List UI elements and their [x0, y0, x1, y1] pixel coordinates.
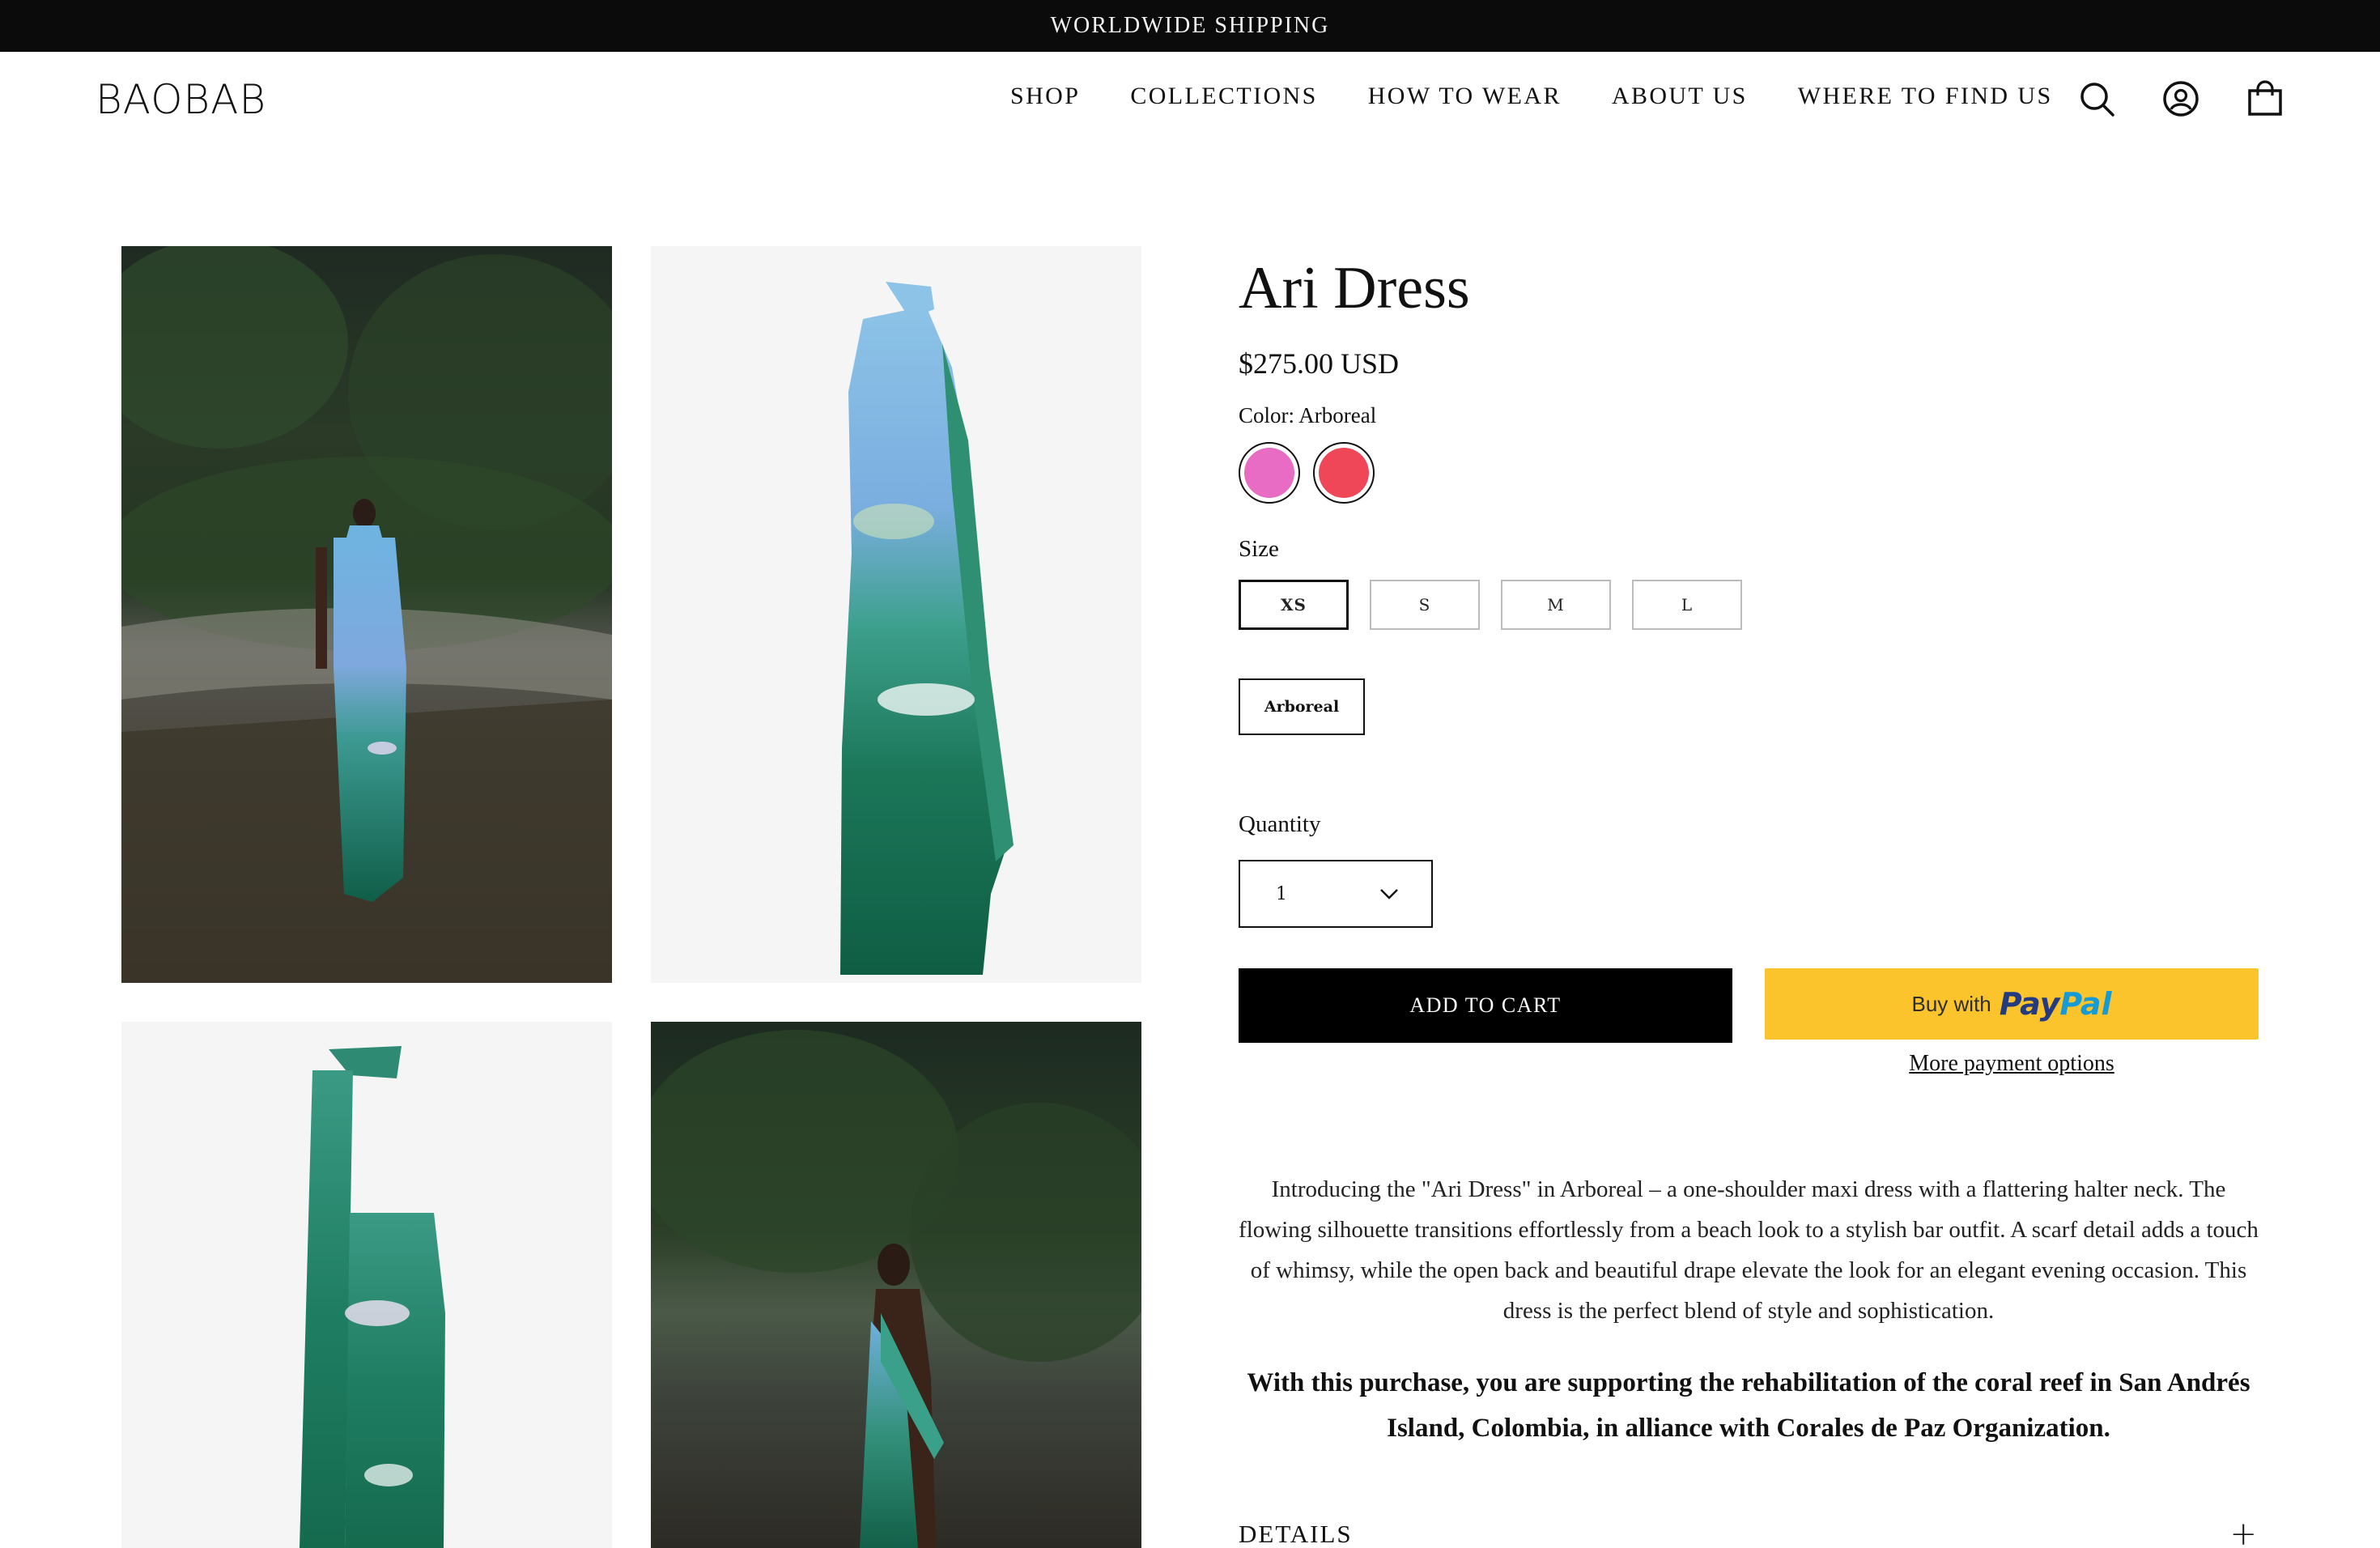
site-logo[interactable]: BAOBAB — [96, 76, 266, 123]
product-title: Ari Dress — [1239, 255, 1470, 321]
quantity-select[interactable]: 1 — [1239, 860, 1433, 928]
swatch-pink[interactable] — [1239, 442, 1300, 504]
search-icon[interactable] — [2076, 78, 2118, 120]
site-header: BAOBAB SHOP COLLECTIONS HOW TO WEAR ABOU… — [0, 52, 2380, 147]
more-payment-options-link[interactable]: More payment options — [1765, 1051, 2259, 1077]
color-label: Color: Arboreal — [1239, 403, 1377, 427]
announcement-bar: WORLDWIDE SHIPPING — [0, 0, 2380, 52]
paypal-logo-pal: Pal — [2059, 986, 2112, 1022]
quantity-label: Quantity — [1239, 811, 1321, 837]
paypal-logo-pay: Pay — [1999, 986, 2060, 1022]
plus-icon: + — [2229, 1516, 2257, 1548]
nav-where-to-find-us[interactable]: WHERE TO FIND US — [1798, 83, 2053, 110]
paypal-logo: PayPal — [2000, 986, 2112, 1022]
details-label: DETAILS — [1239, 1520, 1353, 1548]
details-accordion[interactable]: DETAILS + — [1239, 1516, 2259, 1548]
color-swatches — [1239, 442, 1375, 504]
product-price: $275.00 USD — [1239, 347, 1400, 380]
nav-about-us[interactable]: ABOUT US — [1612, 83, 1748, 110]
cart-icon[interactable] — [2244, 78, 2286, 120]
nav-how-to-wear[interactable]: HOW TO WEAR — [1368, 83, 1562, 110]
main-nav: SHOP COLLECTIONS HOW TO WEAR ABOUT US WH… — [1010, 83, 2053, 110]
paypal-prefix: Buy with — [1911, 991, 1991, 1016]
account-icon[interactable] — [2160, 78, 2202, 120]
quantity-value: 1 — [1276, 883, 1287, 904]
gallery-image-dress-back[interactable] — [121, 1022, 612, 1548]
add-to-cart-button[interactable]: ADD TO CART — [1239, 968, 1732, 1043]
gallery-image-dress-front[interactable] — [651, 246, 1141, 983]
paypal-button[interactable]: Buy with PayPal — [1765, 968, 2259, 1040]
size-l-button[interactable]: L — [1632, 580, 1742, 630]
gallery-image-model-front[interactable] — [121, 246, 612, 983]
size-m-button[interactable]: M — [1501, 580, 1611, 630]
size-s-button[interactable]: S — [1370, 580, 1480, 630]
gallery-image-model-back[interactable] — [651, 1022, 1141, 1548]
chevron-down-icon — [1379, 884, 1399, 904]
swatch-red[interactable] — [1313, 442, 1375, 504]
product-description: Introducing the "Ari Dress" in Arboreal … — [1239, 1176, 2259, 1324]
nav-collections[interactable]: COLLECTIONS — [1130, 83, 1317, 110]
nav-shop[interactable]: SHOP — [1010, 83, 1080, 110]
announcement-text: WORLDWIDE SHIPPING — [1050, 13, 1330, 38]
size-xs-button[interactable]: XS — [1239, 580, 1349, 630]
support-note: With this purchase, you are supporting t… — [1247, 1368, 2250, 1443]
size-options: XS S M L — [1239, 580, 1742, 630]
variant-arboreal-button[interactable]: Arboreal — [1239, 678, 1365, 735]
size-label: Size — [1239, 536, 1279, 562]
